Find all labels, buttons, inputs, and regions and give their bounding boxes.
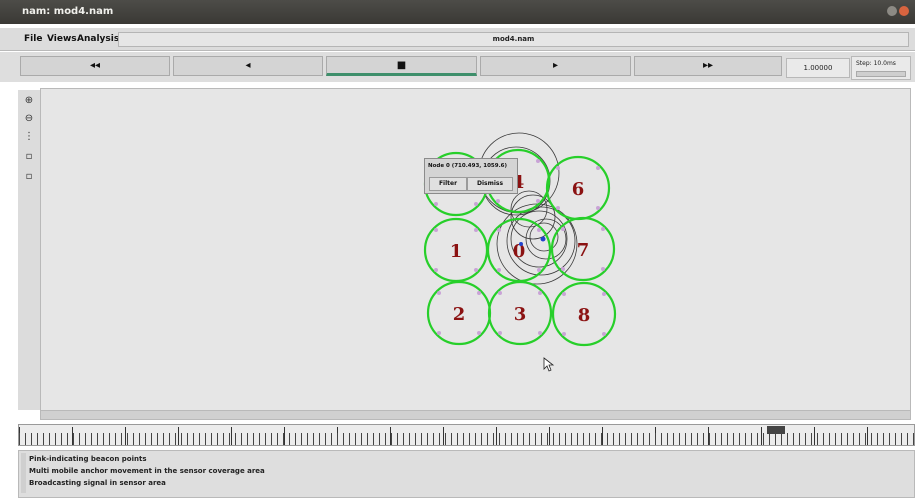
beacon-point: [537, 268, 541, 272]
time-display: 1.00000: [786, 58, 850, 78]
annotation-scrollbar[interactable]: [21, 453, 26, 493]
beacon-point: [437, 291, 441, 295]
menu-views[interactable]: Views: [47, 34, 77, 44]
timeline-handle[interactable]: [767, 426, 785, 434]
beacon-point: [536, 199, 540, 203]
node-label: 2: [453, 304, 466, 325]
annotation-panel: Pink-indicating beacon points Multi mobi…: [18, 450, 915, 498]
step-back-button[interactable]: ◂: [173, 56, 323, 76]
node-label: 6: [572, 179, 585, 200]
zoom-in-icon[interactable]: ⊕: [21, 94, 37, 108]
beacon-point: [556, 206, 560, 210]
close-icon[interactable]: [899, 6, 909, 16]
window-controls: [885, 6, 909, 19]
fast-forward-button[interactable]: ▸▸: [634, 56, 782, 76]
node-1[interactable]: 1: [423, 217, 489, 283]
node-7[interactable]: 7: [550, 216, 616, 282]
stop-button[interactable]: ■: [326, 56, 477, 76]
beacon-point: [602, 332, 606, 336]
window-title: nam: mod4.nam: [22, 6, 114, 17]
step-label: Step: 10.0ms: [856, 60, 896, 67]
beacon-point: [601, 267, 605, 271]
node-3[interactable]: 3: [487, 280, 553, 346]
beacon-point: [474, 228, 478, 232]
node-label: 0: [513, 241, 526, 262]
step-slider[interactable]: [856, 71, 906, 77]
blank-tool-icon[interactable]: ▫: [21, 150, 37, 164]
annotation-line: Broadcasting signal in sensor area: [29, 479, 166, 487]
beacon-point: [596, 166, 600, 170]
zoom-out-icon[interactable]: ⊖: [21, 112, 37, 126]
beacon-point: [496, 199, 500, 203]
beacon-point: [434, 202, 438, 206]
blank-tool-icon[interactable]: ▫: [21, 170, 37, 184]
beacon-point: [538, 291, 542, 295]
rewind-button[interactable]: ◂◂: [20, 56, 170, 76]
minimize-icon[interactable]: [887, 6, 897, 16]
beacon-point: [474, 202, 478, 206]
dismiss-button[interactable]: Dismiss: [467, 177, 513, 191]
beacon-point: [538, 331, 542, 335]
beacon-point: [474, 268, 478, 272]
beacon-point: [562, 292, 566, 296]
step-control[interactable]: Step: 10.0ms: [851, 56, 911, 80]
menu-analysis[interactable]: Analysis: [77, 34, 119, 44]
node-8[interactable]: 8: [551, 281, 617, 347]
node-label: 1: [450, 241, 463, 262]
node-label: 7: [577, 240, 590, 261]
mouse-cursor-icon: [543, 357, 555, 372]
file-name-field: mod4.nam: [118, 32, 909, 47]
beacon-point: [536, 159, 540, 163]
beacon-point: [434, 228, 438, 232]
annotation-line: Multi mobile anchor movement in the sens…: [29, 467, 265, 475]
menu-file[interactable]: File: [24, 34, 42, 44]
filter-button[interactable]: Filter: [429, 177, 467, 191]
beacon-point: [477, 331, 481, 335]
beacon-point: [537, 228, 541, 232]
beacon-point: [498, 331, 502, 335]
beacon-point: [601, 227, 605, 231]
edit-icon[interactable]: ⋮: [21, 130, 37, 144]
beacon-point: [477, 291, 481, 295]
timeline-ticks: [19, 433, 914, 445]
beacon-point: [498, 291, 502, 295]
menu-bar: File Views Analysis mod4.nam: [0, 28, 915, 51]
beacon-point: [596, 206, 600, 210]
tool-palette: ⊕ ⊖ ⋮ ▫ ▫: [18, 90, 40, 410]
network-canvas[interactable]: 012345678: [40, 88, 911, 412]
title-bar: nam: mod4.nam: [0, 0, 915, 24]
beacon-point: [556, 166, 560, 170]
beacon-point: [497, 268, 501, 272]
node-label: 3: [514, 304, 527, 325]
annotation-line: Pink-indicating beacon points: [29, 455, 147, 463]
beacon-point: [562, 332, 566, 336]
playback-toolbar: ◂◂ ◂ ■ ▸ ▸▸: [0, 52, 915, 82]
beacon-point: [561, 227, 565, 231]
node-2[interactable]: 2: [426, 280, 492, 346]
node-popup[interactable]: Node 0 (710.493, 1059.6) Filter Dismiss: [424, 158, 518, 194]
beacon-point: [561, 267, 565, 271]
horizontal-scrollbar[interactable]: [40, 410, 911, 420]
beacon-point: [434, 268, 438, 272]
node-label: 8: [578, 305, 591, 326]
beacon-point: [602, 292, 606, 296]
beacon-point: [497, 228, 501, 232]
timeline-slider[interactable]: [18, 424, 915, 446]
popup-title: Node 0 (710.493, 1059.6): [428, 163, 508, 169]
beacon-point: [437, 331, 441, 335]
signal-rings: [478, 132, 578, 285]
topology-svg[interactable]: 012345678: [41, 89, 910, 411]
play-button[interactable]: ▸: [480, 56, 631, 76]
